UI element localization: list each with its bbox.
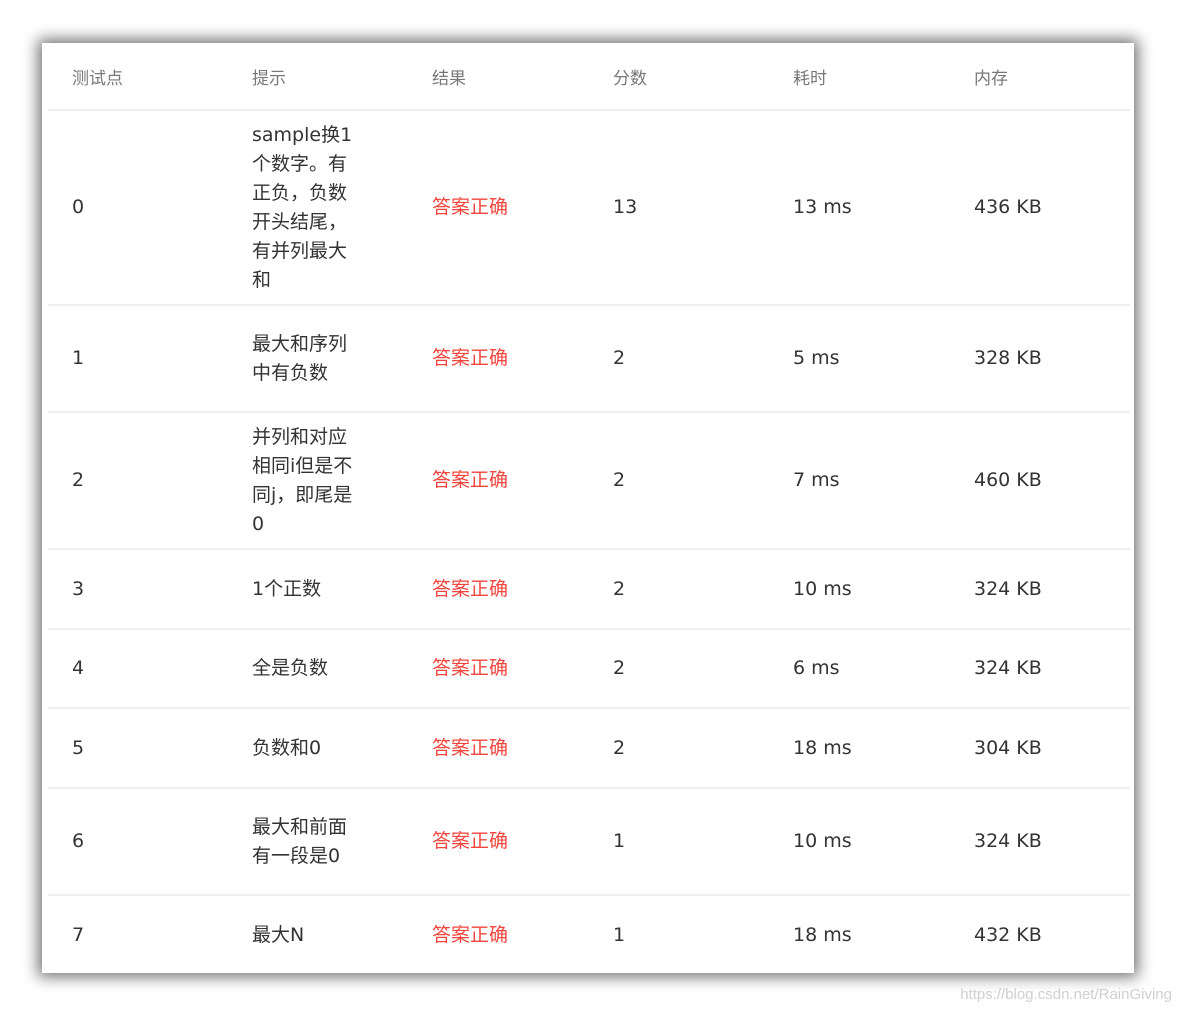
cell-test-point: 3 [48,549,228,630]
cell-time: 18 ms [769,708,950,789]
table-row: 0 sample换1个数字。有正负，负数开头结尾，有并列最大和 答案正确 13 … [48,110,1130,306]
cell-memory: 304 KB [950,708,1130,789]
cell-result: 答案正确 [408,110,589,306]
cell-time: 6 ms [769,629,950,709]
cell-test-point: 7 [48,895,228,973]
test-results-table: 测试点 提示 结果 分数 耗时 内存 0 sample换1个数字。有正负，负数开… [48,43,1130,973]
cell-memory: 436 KB [950,110,1130,306]
cell-time: 10 ms [769,788,950,896]
cell-score: 2 [589,708,769,789]
cell-time: 10 ms [769,549,950,630]
cell-time: 7 ms [769,412,950,550]
cell-result: 答案正确 [408,549,589,630]
header-memory: 内存 [950,43,1130,111]
cell-test-point: 6 [48,788,228,896]
cell-result: 答案正确 [408,412,589,550]
cell-score: 13 [589,110,769,306]
table-row: 7 最大N 答案正确 1 18 ms 432 KB [48,895,1130,973]
cell-memory: 324 KB [950,549,1130,630]
results-panel: 测试点 提示 结果 分数 耗时 内存 0 sample换1个数字。有正负，负数开… [42,43,1134,973]
cell-memory: 324 KB [950,788,1130,896]
table-row: 5 负数和0 答案正确 2 18 ms 304 KB [48,708,1130,789]
cell-time: 18 ms [769,895,950,973]
cell-test-point: 4 [48,629,228,709]
cell-result: 答案正确 [408,629,589,709]
table-row: 3 1个正数 答案正确 2 10 ms 324 KB [48,549,1130,630]
table-row: 1 最大和序列中有负数 答案正确 2 5 ms 328 KB [48,305,1130,413]
header-test-point: 测试点 [48,43,228,111]
cell-memory: 460 KB [950,412,1130,550]
cell-score: 2 [589,549,769,630]
table-header-row: 测试点 提示 结果 分数 耗时 内存 [48,43,1130,111]
table-row: 2 并列和对应相同i但是不同j，即尾是0 答案正确 2 7 ms 460 KB [48,412,1130,550]
cell-score: 2 [589,629,769,709]
cell-result: 答案正确 [408,788,589,896]
cell-result: 答案正确 [408,305,589,413]
header-score: 分数 [589,43,769,111]
cell-test-point: 5 [48,708,228,789]
header-hint: 提示 [228,43,408,111]
cell-test-point: 1 [48,305,228,413]
cell-score: 1 [589,895,769,973]
cell-memory: 432 KB [950,895,1130,973]
cell-hint: 最大N [228,895,408,973]
cell-hint: 1个正数 [228,549,408,630]
cell-score: 1 [589,788,769,896]
header-result: 结果 [408,43,589,111]
cell-result: 答案正确 [408,708,589,789]
cell-result: 答案正确 [408,895,589,973]
watermark: https://blog.csdn.net/RainGiving [960,986,1172,1003]
table-row: 4 全是负数 答案正确 2 6 ms 324 KB [48,629,1130,709]
cell-hint: 最大和序列中有负数 [228,305,408,413]
cell-memory: 324 KB [950,629,1130,709]
cell-score: 2 [589,305,769,413]
cell-time: 5 ms [769,305,950,413]
cell-hint: sample换1个数字。有正负，负数开头结尾，有并列最大和 [228,110,408,306]
cell-hint: 并列和对应相同i但是不同j，即尾是0 [228,412,408,550]
cell-hint: 全是负数 [228,629,408,709]
cell-hint: 最大和前面有一段是0 [228,788,408,896]
cell-test-point: 2 [48,412,228,550]
cell-hint: 负数和0 [228,708,408,789]
cell-score: 2 [589,412,769,550]
table-row: 6 最大和前面有一段是0 答案正确 1 10 ms 324 KB [48,788,1130,896]
header-time: 耗时 [769,43,950,111]
cell-memory: 328 KB [950,305,1130,413]
cell-test-point: 0 [48,110,228,306]
cell-time: 13 ms [769,110,950,306]
